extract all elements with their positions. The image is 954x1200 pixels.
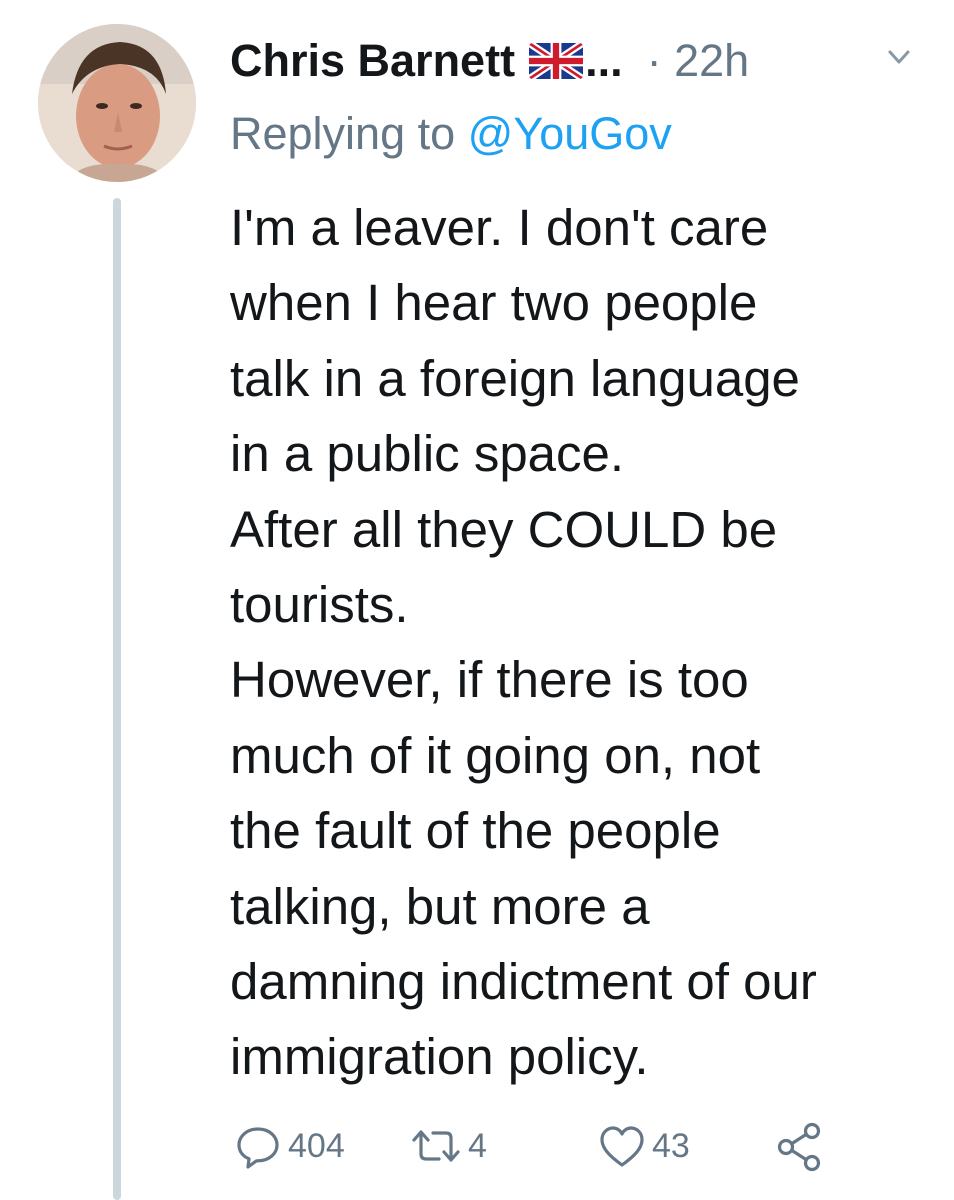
tweet-text-line: much of it going on, not — [230, 726, 761, 784]
retweet-button[interactable]: 4 — [408, 1118, 487, 1174]
name-truncation: ... — [585, 35, 623, 86]
reply-button[interactable]: 404 — [232, 1118, 345, 1174]
tweet-text-line: damning indictment of our — [230, 953, 817, 1011]
reply-icon — [232, 1120, 284, 1172]
chevron-down-icon[interactable] — [884, 42, 914, 72]
share-icon — [772, 1120, 828, 1172]
timestamp[interactable]: · 22h — [647, 35, 750, 87]
tweet-text-line: After all they COULD be — [230, 500, 778, 558]
retweet-icon — [408, 1120, 464, 1172]
timestamp-value: 22h — [674, 35, 750, 86]
share-button[interactable] — [772, 1118, 828, 1174]
author-name[interactable]: Chris Barnett — [230, 35, 515, 87]
retweet-count: 4 — [468, 1126, 487, 1165]
tweet-text-line: tourists. — [230, 576, 409, 634]
tweet-text-line: talk in a foreign language — [230, 349, 800, 407]
tweet-text: I'm a leaver. I don't care when I hear t… — [230, 190, 930, 1095]
tweet-text-line: when I hear two people — [230, 274, 758, 332]
tweet-text-line: talking, but more a — [230, 877, 650, 935]
tweet-text-line: However, if there is too — [230, 651, 749, 709]
uk-flag-icon — [529, 41, 584, 81]
replying-to: Replying to @YouGov — [230, 108, 672, 160]
like-count: 43 — [652, 1126, 690, 1165]
tweet-text-line: immigration policy. — [230, 1028, 649, 1086]
avatar[interactable] — [38, 24, 196, 182]
tweet-text-line: I'm a leaver. I don't care — [230, 199, 769, 256]
reply-prefix: Replying to — [230, 108, 456, 159]
avatar-photo — [38, 24, 196, 182]
tweet-header: Chris Barnett ... · 22h — [230, 26, 749, 96]
reply-handle-link[interactable]: @YouGov — [468, 108, 672, 159]
action-bar: 404 4 43 — [232, 1118, 932, 1178]
time-separator: · — [646, 35, 662, 86]
tweet-text-line: in a public space. — [230, 425, 625, 483]
tweet-text-line: the fault of the people — [230, 802, 721, 860]
heart-icon — [596, 1120, 648, 1172]
thread-line — [113, 198, 121, 1200]
reply-count: 404 — [288, 1126, 345, 1165]
like-button[interactable]: 43 — [596, 1118, 690, 1174]
